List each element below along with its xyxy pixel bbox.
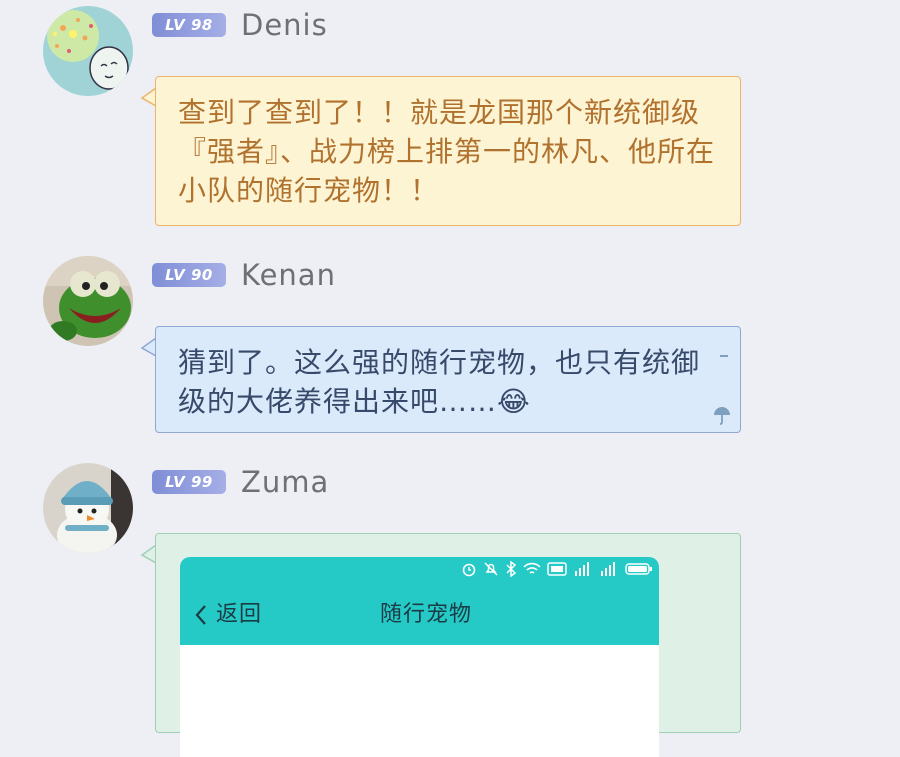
- mute-icon: [484, 562, 498, 576]
- wifi-icon: [523, 562, 541, 574]
- phone-page-title: 随行宠物: [380, 602, 473, 627]
- umbrella-icon: [714, 407, 730, 425]
- 4g-signal-icon: [601, 562, 615, 576]
- phone-screenshot[interactable]: 返回 随行宠物: [180, 557, 659, 757]
- back-button[interactable]: 返回: [194, 595, 262, 634]
- alarm-icon: [462, 563, 476, 577]
- message-text: 查到了查到了！！就是龙国那个新统御级『强者』、战力榜上排第一的林凡、他所在小队的…: [178, 96, 716, 207]
- message-bubble: 猜到了。这么强的随行宠物，也只有统御级的大佬养得出来吧……😂: [155, 326, 741, 433]
- message-bubble: 查到了查到了！！就是龙国那个新统御级『强者』、战力榜上排第一的林凡、他所在小队的…: [155, 76, 741, 226]
- hd-icon: [547, 562, 567, 576]
- username[interactable]: Zuma: [241, 465, 329, 499]
- username[interactable]: Kenan: [241, 258, 336, 292]
- level-badge: LV 98: [152, 13, 226, 37]
- battery-icon: [625, 563, 652, 575]
- chevron-left-icon: [195, 604, 206, 625]
- avatar-denis[interactable]: [43, 6, 133, 96]
- status-bar: [461, 561, 653, 577]
- back-label: 返回: [216, 602, 263, 627]
- message-text: 猜到了。这么强的随行宠物，也只有统御级的大佬养得出来吧……😂: [178, 346, 701, 418]
- message-bubble: 返回 随行宠物: [155, 533, 741, 757]
- level-badge: LV 99: [152, 470, 226, 494]
- dash-decoration: [720, 355, 728, 357]
- 5g-signal-icon: [575, 562, 589, 576]
- username[interactable]: Denis: [241, 8, 328, 42]
- level-badge: LV 90: [152, 263, 226, 287]
- avatar-zuma[interactable]: [43, 463, 133, 553]
- phone-header: 返回 随行宠物: [180, 557, 659, 645]
- avatar-kenan[interactable]: [43, 256, 133, 346]
- bluetooth-icon: [506, 561, 517, 577]
